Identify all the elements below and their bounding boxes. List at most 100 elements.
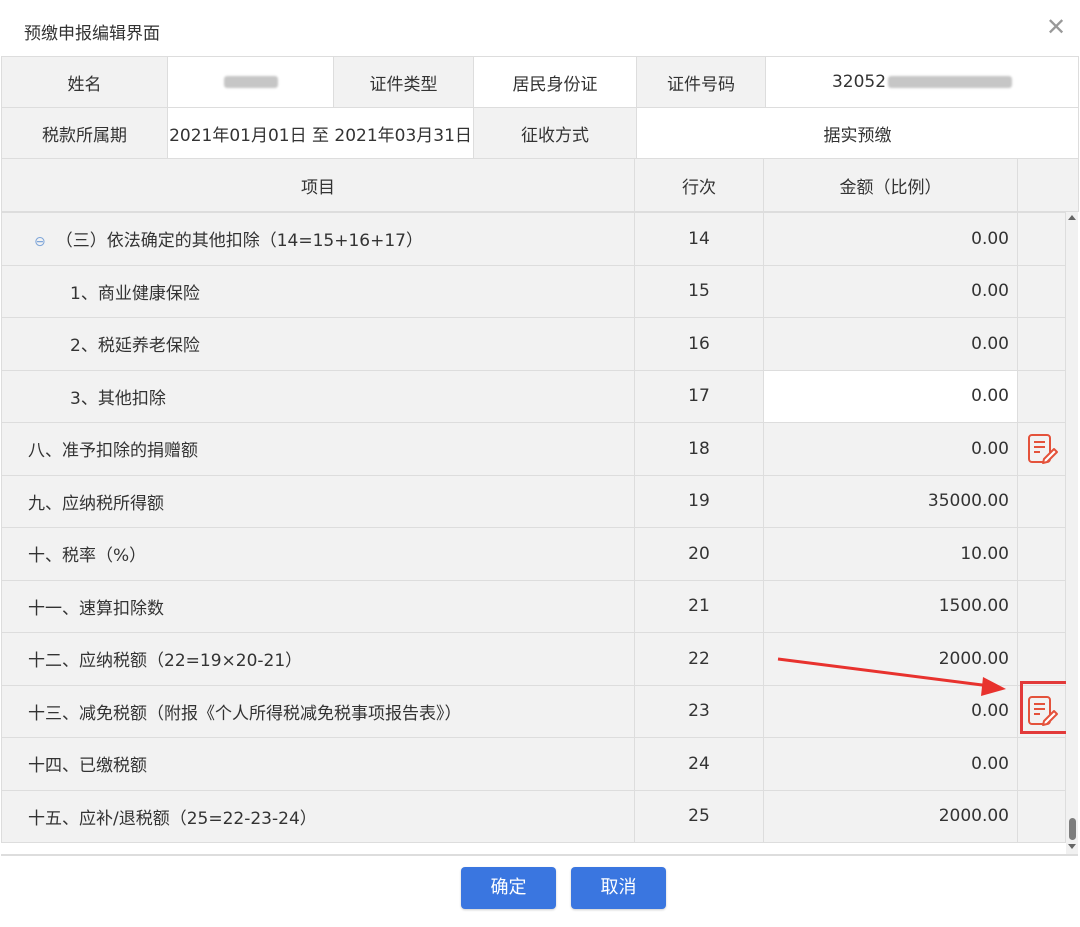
row-item: 十三、减免税额（附报《个人所得税减免税事项报告表》） <box>1 684 635 738</box>
confirm-button[interactable]: 确定 <box>461 867 556 909</box>
table-row: 十五、应补/退税额（25=22-23-24） 25 2000.00 <box>1 789 1066 843</box>
row-amount: 0.00 <box>763 212 1018 266</box>
row-line-number: 20 <box>634 527 764 581</box>
row-action[interactable] <box>1017 680 1072 738</box>
row-item-label: 八、准予扣除的捐赠额 <box>28 441 198 462</box>
id-type-value: 居民身份证 <box>473 56 637 108</box>
row-amount: 0.00 <box>763 264 1018 318</box>
row-line-number: 14 <box>634 212 764 266</box>
period-value: 2021年01月01日 至 2021年03月31日 <box>167 107 474 159</box>
period-label: 税款所属期 <box>1 107 168 159</box>
row-action <box>1017 264 1066 318</box>
row-line-number: 23 <box>634 684 764 738</box>
highlight-box <box>1020 680 1072 734</box>
row-line-number: 18 <box>634 422 764 476</box>
row-amount: 0.00 <box>763 422 1018 476</box>
scroll-thumb[interactable] <box>1069 818 1076 840</box>
table-row: 十二、应纳税额（22=19×20-21） 22 2000.00 <box>1 632 1066 686</box>
row-item: ⊖ （三）依法确定的其他扣除（14=15+16+17） <box>1 212 635 266</box>
cancel-button[interactable]: 取消 <box>571 867 666 909</box>
table-row: 3、其他扣除 17 0.00 <box>1 369 1066 423</box>
row-amount: 0.00 <box>763 737 1018 791</box>
row-item-label: 十、税率（%） <box>28 546 147 567</box>
row-amount: 35000.00 <box>763 474 1018 528</box>
row-action <box>1017 632 1066 686</box>
table-row: 九、应纳税所得额 19 35000.00 <box>1 474 1066 528</box>
row-item: 十一、速算扣除数 <box>1 579 635 633</box>
header-line: 行次 <box>634 158 764 212</box>
row-item-label: 十一、速算扣除数 <box>28 598 164 619</box>
grid-header: 项目 行次 金额（比例） <box>1 158 1079 212</box>
vertical-scrollbar[interactable] <box>1066 212 1078 854</box>
id-no-label: 证件号码 <box>636 56 766 108</box>
scroll-down-arrow-icon[interactable] <box>1068 844 1076 849</box>
table-row: 八、准予扣除的捐赠额 18 0.00 <box>1 422 1066 476</box>
table-row: 十一、速算扣除数 21 1500.00 <box>1 579 1066 633</box>
table-row: 1、商业健康保险 15 0.00 <box>1 264 1066 318</box>
method-label: 征收方式 <box>473 107 637 159</box>
row-item: 八、准予扣除的捐赠额 <box>1 422 635 476</box>
close-icon[interactable]: ✕ <box>1043 14 1069 40</box>
row-line-number: 22 <box>634 632 764 686</box>
table-row: 十、税率（%） 20 10.00 <box>1 527 1066 581</box>
edit-form-icon[interactable] <box>1025 432 1059 466</box>
declaration-grid: ⊖ （三）依法确定的其他扣除（14=15+16+17） 14 0.00 1、商业健康保险… <box>1 212 1072 843</box>
row-item: 十五、应补/退税额（25=22-23-24） <box>1 789 635 843</box>
row-line-number: 19 <box>634 474 764 528</box>
row-item: 2、税延养老保险 <box>1 317 635 371</box>
header-amount: 金额（比例） <box>763 158 1018 212</box>
id-type-label: 证件类型 <box>333 56 474 108</box>
row-action <box>1017 369 1066 423</box>
row-item: 十二、应纳税额（22=19×20-21） <box>1 632 635 686</box>
row-amount: 2000.00 <box>763 789 1018 843</box>
row-item-label: 十二、应纳税额（22=19×20-21） <box>28 651 303 672</box>
name-label: 姓名 <box>1 56 168 108</box>
row-line-number: 15 <box>634 264 764 318</box>
row-amount: 0.00 <box>763 317 1018 371</box>
row-item-label: （三）依法确定的其他扣除（14=15+16+17） <box>55 231 423 252</box>
dialog-titlebar: 预缴申报编辑界面 ✕ <box>0 0 1080 56</box>
row-amount: 10.00 <box>763 527 1018 581</box>
table-row: 2、税延养老保险 16 0.00 <box>1 317 1066 371</box>
row-line-number: 21 <box>634 579 764 633</box>
row-item: 3、其他扣除 <box>1 369 635 423</box>
row-action <box>1017 317 1066 371</box>
collapse-minus-circle-icon[interactable]: ⊖ <box>34 234 46 250</box>
method-value: 据实预缴 <box>636 107 1079 159</box>
row-action <box>1017 527 1066 581</box>
row-amount[interactable]: 0.00 <box>763 369 1018 423</box>
row-item-label: 2、税延养老保险 <box>70 336 200 357</box>
row-line-number: 16 <box>634 317 764 371</box>
row-action <box>1017 579 1066 633</box>
redacted-id-number <box>888 76 1013 88</box>
header-item: 项目 <box>1 158 635 212</box>
row-item: 十四、已缴税额 <box>1 737 635 791</box>
scroll-up-arrow-icon[interactable] <box>1068 215 1076 220</box>
row-item-label: 十三、减免税额（附报《个人所得税减免税事项报告表》） <box>28 703 462 724</box>
row-line-number: 17 <box>634 369 764 423</box>
grid-body-viewport: ⊖ （三）依法确定的其他扣除（14=15+16+17） 14 0.00 1、商业健康保险… <box>1 212 1078 856</box>
row-amount: 2000.00 <box>763 632 1018 686</box>
name-value <box>167 56 334 108</box>
id-no-value: 32052 <box>765 56 1079 108</box>
dialog-title: 预缴申报编辑界面 <box>24 24 160 44</box>
row-item-label: 十四、已缴税额 <box>28 756 147 777</box>
row-line-number: 24 <box>634 737 764 791</box>
row-item-label: 九、应纳税所得额 <box>28 493 164 514</box>
row-action[interactable] <box>1017 422 1066 476</box>
row-amount: 0.00 <box>763 684 1018 738</box>
row-action <box>1017 737 1066 791</box>
taxpayer-info-table: 姓名 证件类型 居民身份证 证件号码 32052 税款所属期 2021年01月0… <box>1 56 1079 159</box>
id-no-prefix: 32052 <box>831 72 887 92</box>
row-item: 九、应纳税所得额 <box>1 474 635 528</box>
table-row: ⊖ （三）依法确定的其他扣除（14=15+16+17） 14 0.00 <box>1 212 1066 266</box>
row-action <box>1017 474 1066 528</box>
table-row: 十四、已缴税额 24 0.00 <box>1 737 1066 791</box>
row-item-label: 1、商业健康保险 <box>70 283 200 304</box>
row-item: 十、税率（%） <box>1 527 635 581</box>
row-line-number: 25 <box>634 789 764 843</box>
row-amount: 1500.00 <box>763 579 1018 633</box>
redacted-name <box>223 76 278 88</box>
header-action <box>1017 158 1079 212</box>
table-row: 十三、减免税额（附报《个人所得税减免税事项报告表》） 23 0.00 <box>1 680 1072 738</box>
